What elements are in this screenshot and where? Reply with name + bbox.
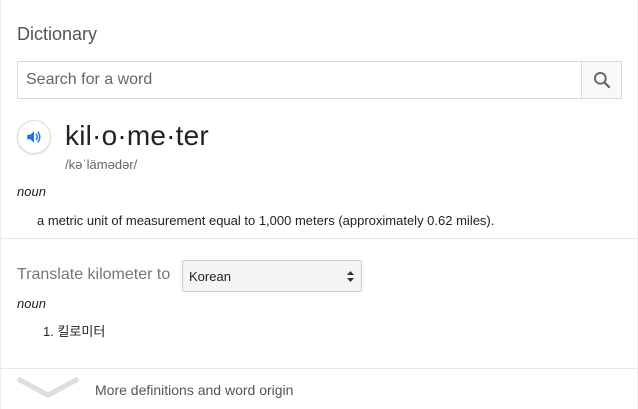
translation-number: 1. — [43, 324, 54, 339]
more-definitions-button[interactable]: More definitions and word origin — [1, 369, 638, 409]
pronunciation-audio-button[interactable] — [17, 120, 51, 154]
speaker-icon — [27, 131, 41, 143]
definition-text: a metric unit of measurement equal to 1,… — [37, 213, 495, 228]
search-icon — [593, 72, 610, 89]
dictionary-card: Dictionary kil·o·me·ter /kəˈlämədər/ nou… — [0, 0, 638, 409]
translate-label: Translate kilometer to — [17, 266, 171, 283]
select-arrows-icon — [347, 271, 354, 282]
search-button[interactable] — [581, 62, 621, 98]
translation-text: 킬로미터 — [57, 324, 106, 339]
dictionary-title: Dictionary — [17, 24, 98, 44]
language-select[interactable]: Korean — [182, 260, 362, 292]
search-input[interactable] — [18, 62, 583, 98]
chevron-down-icon — [16, 376, 80, 398]
translation-part-of-speech: noun — [17, 296, 46, 311]
more-definitions-label: More definitions and word origin — [95, 382, 294, 398]
part-of-speech: noun — [17, 184, 46, 199]
headword: kil·o·me·ter — [65, 120, 209, 151]
translation-item: 1. 킬로미터 — [43, 321, 105, 340]
language-select-value: Korean — [189, 269, 231, 284]
section-divider — [1, 238, 638, 239]
phonetic-spelling: /kəˈlämədər/ — [65, 157, 138, 172]
search-box — [17, 61, 622, 99]
